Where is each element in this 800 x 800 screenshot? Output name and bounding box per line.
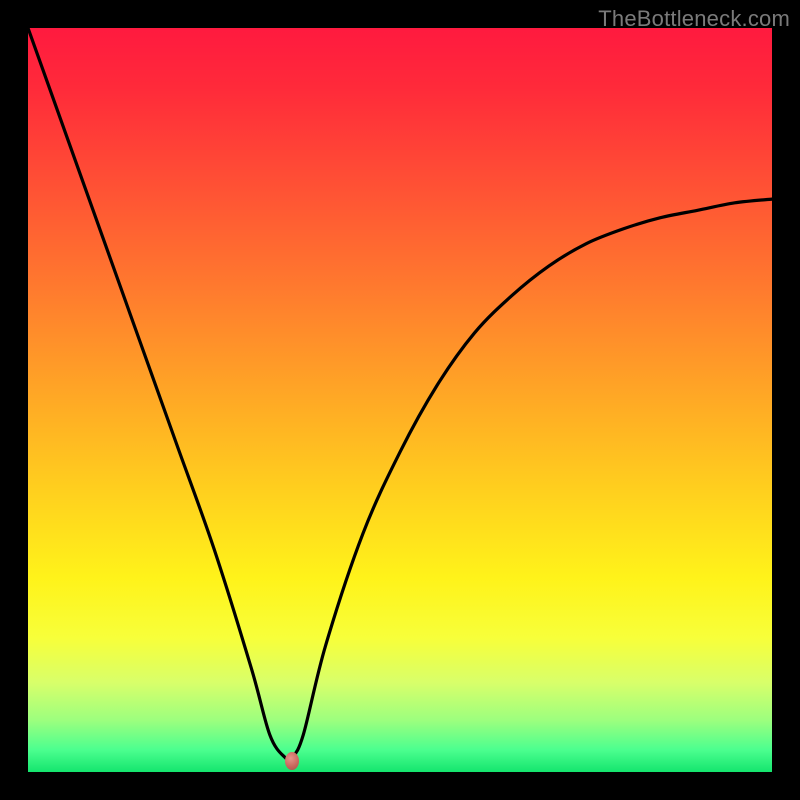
- curve-path: [28, 28, 772, 760]
- watermark-text: TheBottleneck.com: [598, 6, 790, 32]
- plot-area: [28, 28, 772, 772]
- bottleneck-curve: [28, 28, 772, 772]
- optimum-marker: [285, 752, 299, 770]
- chart-frame: TheBottleneck.com: [0, 0, 800, 800]
